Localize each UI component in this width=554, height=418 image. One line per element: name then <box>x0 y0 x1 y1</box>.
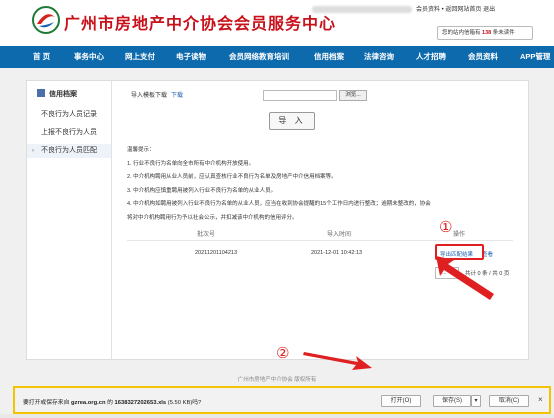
tip-line: 4. 中介机构如聘用被列入行业不良行为名单的从业人员，应当在收到协会提醒的15个… <box>127 201 431 207</box>
sidebar-heading: 信用档案 <box>37 89 77 99</box>
nav-training[interactable]: 会员网络教育培训 <box>229 46 289 68</box>
save-dropdown[interactable]: ▾ <box>471 395 481 407</box>
save-button[interactable]: 保存(S) <box>433 395 471 407</box>
footer: 广州市房地产中介协会 版权所有 <box>237 377 317 383</box>
top-links[interactable]: 会员资料 • 返回网站首页 退出 <box>312 4 552 14</box>
blurred-user-info <box>312 5 412 13</box>
file-path-input[interactable] <box>263 90 337 101</box>
logo-icon <box>32 6 60 34</box>
batch-cell: 20211201104213 <box>195 250 238 256</box>
red-arrow-right-icon <box>303 352 372 370</box>
col-time: 导入时间 <box>327 232 352 238</box>
tip-line: 3. 中介机构应慎重聘用被列入行业不良行为名单的从业人员。 <box>127 187 277 194</box>
sidebar-item-records[interactable]: 不良行为人员记录 <box>27 108 111 122</box>
sidebar: 信用档案 不良行为人员记录 上报不良行为人员 › 不良行为人员匹配 <box>27 81 112 359</box>
main-nav: 首 页 事务中心 网上支付 电子读物 会员网络教育培训 信用档案 法律咨询 人才… <box>0 46 554 68</box>
time-cell: 2021-12-01 10:42:13 <box>311 250 363 256</box>
chevron-right-icon: › <box>32 148 34 154</box>
open-button[interactable]: 打开(O) <box>381 395 421 407</box>
close-icon[interactable]: × <box>538 395 543 404</box>
nav-credit[interactable]: 信用档案 <box>314 46 344 68</box>
header: 广州市房地产中介协会会员服务中心 会员资料 • 返回网站首页 退出 您的站内信箱… <box>0 0 554 46</box>
nav-member[interactable]: 会员资料 <box>468 46 498 68</box>
template-download-link[interactable]: 下载 <box>171 93 183 99</box>
nav-app[interactable]: APP管理 <box>520 46 550 68</box>
download-domain: gzrea.org.cn <box>71 400 106 406</box>
nav-jobs[interactable]: 人才招聘 <box>416 46 446 68</box>
download-filename: 1638327202653.xls <box>114 400 167 406</box>
nav-payment[interactable]: 网上支付 <box>125 46 155 68</box>
folder-icon <box>37 89 45 97</box>
chevron-down-icon: ▾ <box>474 398 478 404</box>
red-arrow-icon <box>436 256 494 300</box>
annotation-marker-1: ① <box>439 218 453 236</box>
col-action: 操作 <box>453 232 466 238</box>
template-download: 导入模板下载 下载 <box>131 93 184 99</box>
nav-home[interactable]: 首 页 <box>33 46 50 68</box>
cancel-button[interactable]: 取消(C) <box>489 395 529 407</box>
tip-line: 将对中介机构聘用行为予以社会公示，并扣减该中介机构的信用评分。 <box>127 214 298 221</box>
nav-legal[interactable]: 法律咨询 <box>364 46 394 68</box>
tips-section: 温馨提示： 1. 行业不良行为名单向全市所有中介机构开放使用。 2. 中介机构聘… <box>127 144 527 225</box>
col-batch: 批次号 <box>197 232 216 238</box>
import-button[interactable]: 导 入 <box>269 112 315 130</box>
status-strip <box>0 414 554 418</box>
annotation-marker-2: ② <box>276 344 290 362</box>
table-header: 批次号 导入时间 操作 <box>127 227 513 241</box>
sidebar-item-report[interactable]: 上报不良行为人员 <box>27 126 111 140</box>
mailbox-notice[interactable]: 您的站内信箱有 138 条未读件 <box>437 26 533 40</box>
nav-ebooks[interactable]: 电子读物 <box>176 46 206 68</box>
nav-affairs[interactable]: 事务中心 <box>74 46 104 68</box>
unread-count: 138 <box>482 30 492 36</box>
download-prompt: 要打开或保存来自 gzrea.org.cn 的 1638327202653.xl… <box>23 400 202 406</box>
tips-title: 温馨提示： <box>127 147 155 153</box>
tip-line: 1. 行业不良行为名单向全市所有中介机构开放使用。 <box>127 160 255 167</box>
tip-line: 2. 中介机构聘用从业人员前，应认真查核行业不良行为名单及房地产中介信用档案等。 <box>127 174 337 180</box>
site-title: 广州市房地产中介协会会员服务中心 <box>64 14 337 33</box>
browse-button[interactable]: 浏览... <box>339 90 367 101</box>
content-area: 导入模板下载 下载 浏览... 导 入 温馨提示： 1. 行业不良行为名单向全市所… <box>113 81 528 359</box>
download-bar: 要打开或保存来自 gzrea.org.cn 的 1638327202653.xl… <box>13 386 551 414</box>
main-panel: 信用档案 不良行为人员记录 上报不良行为人员 › 不良行为人员匹配 导入模板下载下… <box>26 80 529 360</box>
sidebar-item-match[interactable]: › 不良行为人员匹配 <box>27 144 111 158</box>
